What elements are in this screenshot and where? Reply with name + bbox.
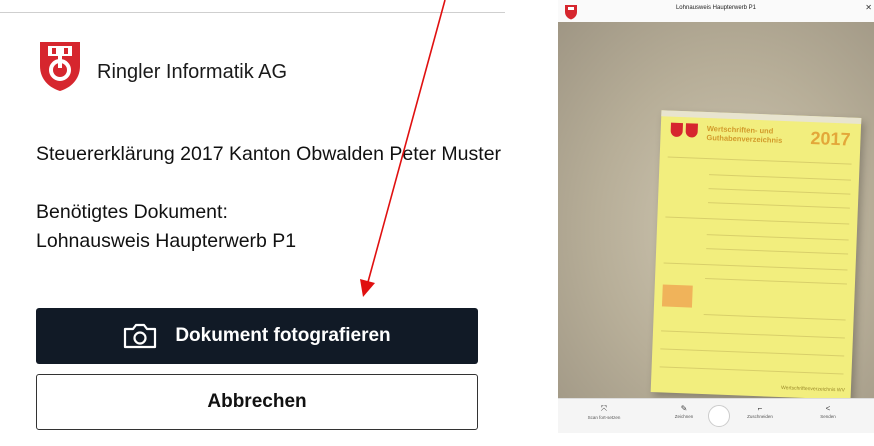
pen-icon: ✎ [680, 404, 688, 413]
required-document-label: Benötigtes Dokument: [36, 201, 228, 223]
auto-capture-icon: ⤧ [600, 404, 608, 413]
camera-icon [124, 323, 157, 349]
toolbar-draw[interactable]: ✎ Zeichnen [664, 404, 704, 419]
tax-return-title: Steuererklärung 2017 Kanton Obwalden Pet… [36, 143, 502, 165]
shutter-button[interactable] [708, 405, 730, 427]
camera-title: Lohnausweis Haupterwerb P1 [675, 5, 757, 11]
toolbar-auto-capture[interactable]: ⤧ Scan fort-setzen [584, 404, 624, 420]
highlight-box [661, 284, 693, 308]
camera-header: Lohnausweis Haupterwerb P1 ✕ [558, 0, 874, 22]
share-icon: < [825, 404, 831, 413]
camera-preview: Lohnausweis Haupterwerb P1 ✕ Wertschrift… [558, 0, 874, 446]
canton-crest-logo [40, 42, 80, 91]
divider [0, 12, 505, 13]
toolbar-share[interactable]: < Senden [808, 404, 848, 419]
cancel-label: Abbrechen [207, 391, 307, 412]
camera-toolbar: ⤧ Scan fort-setzen ✎ Zeichnen ⌐ Zuschnei… [558, 398, 874, 433]
crop-icon: ⌐ [757, 404, 763, 413]
toolbar-crop[interactable]: ⌐ Zuschneiden [740, 404, 780, 419]
cancel-button[interactable]: Abbrechen [36, 374, 478, 430]
crest-icon [670, 122, 684, 138]
captured-photo: Wertschriften- und Guthabenverzeichnis 2… [558, 22, 874, 398]
upload-request-panel: Ringler Informatik AG Steuererklärung 20… [0, 0, 505, 446]
photograph-document-button[interactable]: Dokument fotografieren [36, 308, 478, 364]
organization-name: Ringler Informatik AG [97, 61, 288, 83]
swiss-cross-icon [685, 123, 698, 138]
document-footer: Wertschriftenverzeichnis WV [780, 385, 845, 394]
document-year: 2017 [810, 128, 851, 150]
close-icon[interactable]: ✕ [865, 3, 872, 12]
document-heading: Guthabenverzeichnis [706, 133, 783, 145]
required-document-name: Lohnausweis Haupterwerb P1 [36, 230, 297, 252]
photographed-document: Wertschriften- und Guthabenverzeichnis 2… [650, 110, 862, 398]
photograph-document-label: Dokument fotografieren [175, 325, 391, 346]
